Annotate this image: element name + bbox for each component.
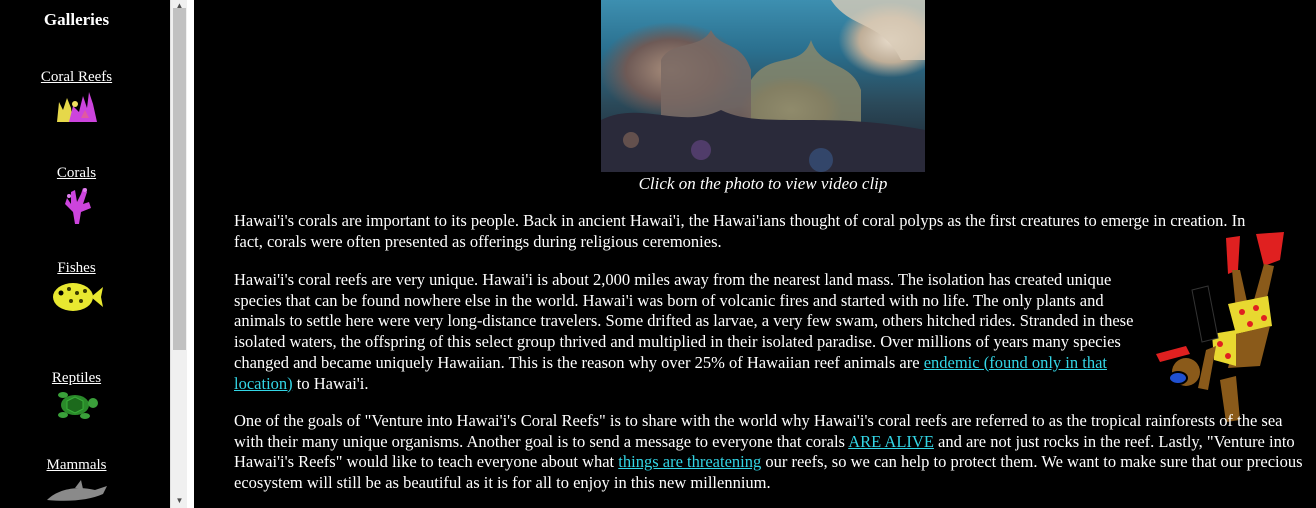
frame-divider[interactable]: [187, 0, 194, 508]
gallery-item-fishes: Fishes: [0, 259, 153, 315]
photo-caption: Click on the photo to view video clip: [638, 174, 888, 193]
coral-reefs-link[interactable]: Coral Reefs: [41, 69, 112, 85]
gallery-scrollbar[interactable]: ▲ ▼: [170, 0, 188, 508]
paragraph-goals: One of the goals of "Venture into Hawai'…: [234, 411, 1304, 494]
gallery-frame: Galleries Coral Reefs Corals Fishes Rept…: [0, 0, 194, 508]
things-threatening-link[interactable]: things are threatening: [618, 452, 761, 471]
coral-reef-icon[interactable]: [53, 88, 101, 124]
dolphin-icon[interactable]: [45, 476, 109, 506]
fishes-link[interactable]: Fishes: [57, 260, 95, 276]
paragraph-corals-importance: Hawai'i's corals are important to its pe…: [234, 211, 1246, 251]
paragraph-unique-reefs: Hawai'i's coral reefs are very unique. H…: [234, 270, 1154, 394]
galleries-title: Galleries: [43, 10, 110, 29]
fish-icon[interactable]: [51, 279, 103, 315]
scroll-down-arrow-icon[interactable]: ▼: [171, 494, 188, 508]
gallery-item-reptiles: Reptiles: [0, 369, 153, 421]
gallery-item-mammals: Mammals: [0, 456, 153, 506]
corals-link[interactable]: Corals: [57, 165, 96, 181]
coral-photo-overlay: [601, 0, 925, 172]
scroll-thumb[interactable]: [173, 8, 186, 350]
coral-icon[interactable]: [57, 184, 97, 224]
turtle-icon[interactable]: [53, 389, 101, 421]
gallery-item-corals: Corals: [0, 164, 153, 224]
mammals-link[interactable]: Mammals: [47, 457, 107, 473]
coral-video-photo[interactable]: [601, 0, 925, 172]
para2-end: to Hawai'i.: [292, 373, 369, 393]
main-content: Click on the photo to view video clip Ha…: [194, 0, 1316, 508]
gallery-content: Galleries Coral Reefs Corals Fishes Rept…: [0, 0, 170, 508]
gallery-item-coral-reefs: Coral Reefs: [0, 68, 153, 124]
are-alive-link[interactable]: ARE ALIVE: [848, 432, 934, 451]
reptiles-link[interactable]: Reptiles: [52, 370, 101, 386]
diver-illustration: [1156, 232, 1284, 422]
